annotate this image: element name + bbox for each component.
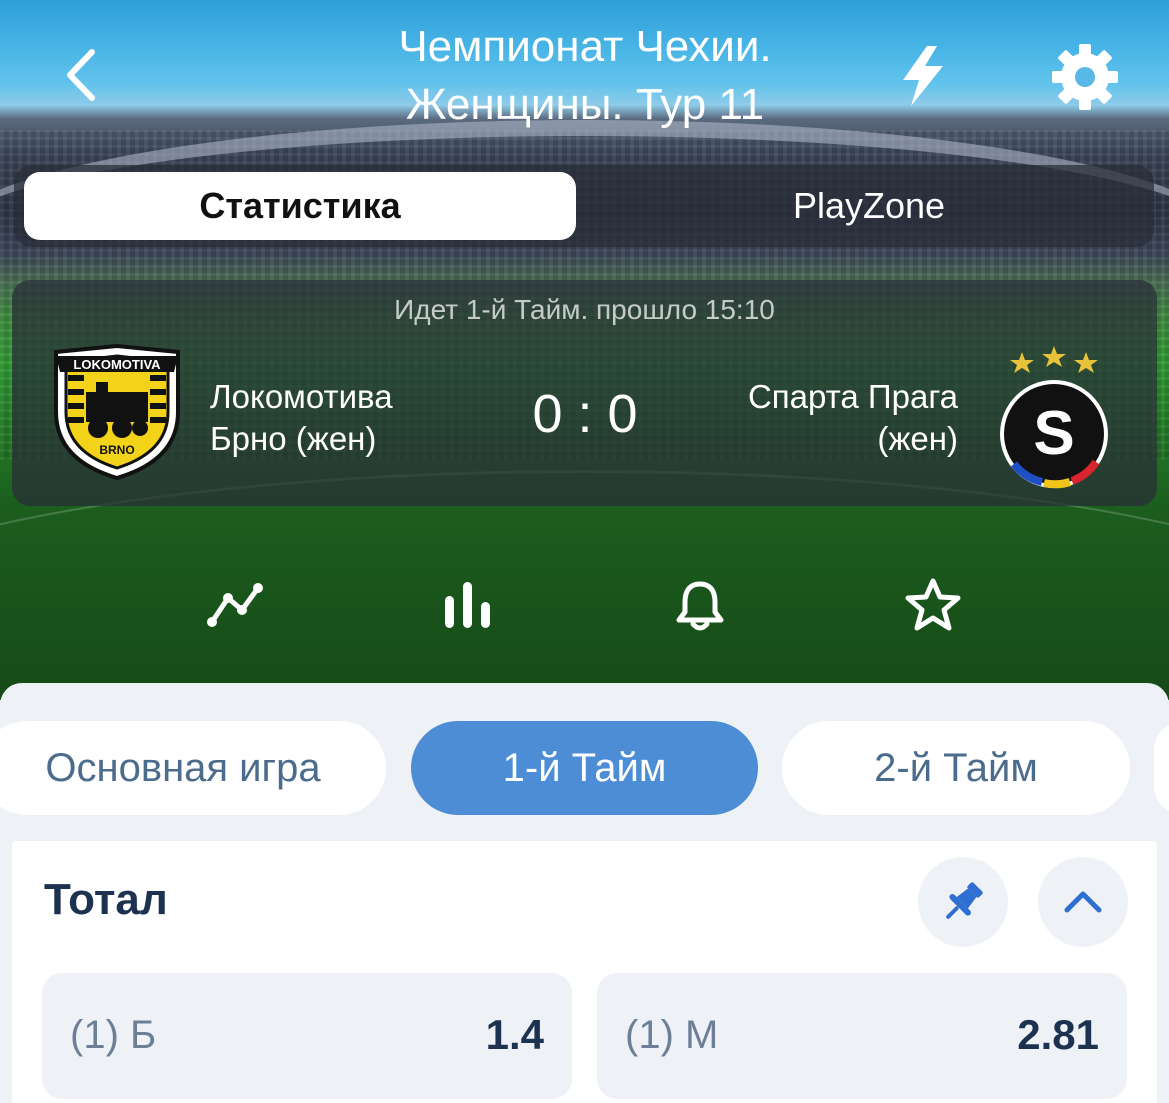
stats-line-icon	[207, 583, 263, 627]
gear-icon	[1052, 44, 1118, 110]
home-team-name: Локомотива Брно (жен)	[210, 376, 470, 460]
period-chip-first-half[interactable]: 1-й Тайм	[411, 721, 758, 815]
favorite-button[interactable]	[903, 575, 963, 635]
odd-under-label: (1) М	[625, 1013, 719, 1057]
period-chip-more[interactable]	[1154, 721, 1169, 815]
odd-over-value: 1.4	[485, 1011, 544, 1058]
home-team-name-line-2: Брно (жен)	[210, 420, 377, 457]
odd-under-value: 2.81	[1017, 1011, 1099, 1058]
odd-under[interactable]: (1) М 2.81	[597, 973, 1127, 1099]
settings-button[interactable]	[1050, 42, 1120, 112]
title-line-2: Женщины. Тур 11	[405, 80, 765, 129]
tab-statistics[interactable]: Статистика	[24, 172, 576, 240]
match-card: Идет 1-й Тайм. прошло 15:10 LOKOMOTIVA B…	[12, 280, 1157, 506]
home-team-name-line-1: Локомотива	[210, 378, 393, 415]
tab-playzone[interactable]: PlayZone	[594, 172, 1144, 240]
svg-text:LOKOMOTIVA: LOKOMOTIVA	[73, 357, 161, 372]
period-chip-second-half[interactable]: 2-й Тайм	[782, 721, 1130, 815]
market-total: Тотал (1) Б 1.4 (1) М 2.81	[12, 841, 1157, 1103]
bar-chart-icon	[445, 582, 490, 628]
svg-text:S: S	[1033, 399, 1074, 468]
match-status: Идет 1-й Тайм. прошло 15:10	[394, 294, 775, 325]
match-score: 0 : 0	[532, 384, 638, 444]
title-line-1: Чемпионат Чехии.	[398, 22, 772, 71]
notifications-button[interactable]	[670, 575, 730, 635]
svg-text:BRNO: BRNO	[99, 443, 134, 457]
betting-content: Основная игра 1-й Тайм 2-й Тайм Тотал (1…	[0, 683, 1169, 1103]
chevron-left-icon	[67, 49, 95, 101]
live-tracker-button[interactable]	[205, 575, 265, 635]
pin-button[interactable]	[918, 857, 1008, 947]
view-switch: Статистика PlayZone	[14, 165, 1154, 247]
back-button[interactable]	[58, 45, 102, 105]
home-team-logo: LOKOMOTIVA BRNO	[50, 342, 184, 482]
pin-icon	[946, 882, 983, 919]
live-button[interactable]	[893, 44, 953, 108]
star-icon	[905, 578, 961, 631]
odd-over-label: (1) Б	[70, 1013, 157, 1057]
away-team-name-line-1: Спарта Прага	[747, 378, 958, 415]
stadium-header: Чемпионат Чехии. Женщины. Тур 11 Статист…	[0, 0, 1169, 700]
lightning-icon	[903, 46, 943, 106]
away-team-name-line-2: (жен)	[877, 420, 958, 457]
odd-over[interactable]: (1) Б 1.4	[42, 973, 572, 1099]
market-title: Тотал	[44, 875, 168, 924]
away-team-logo: S	[994, 342, 1116, 492]
away-team-name: Спарта Прага (жен)	[702, 376, 958, 460]
chevron-up-icon	[1064, 891, 1102, 913]
bell-icon	[676, 581, 724, 631]
period-chip-main[interactable]: Основная игра	[0, 721, 386, 815]
statistics-button[interactable]	[438, 575, 498, 635]
collapse-button[interactable]	[1038, 857, 1128, 947]
page-title: Чемпионат Чехии. Женщины. Тур 11	[250, 18, 920, 134]
